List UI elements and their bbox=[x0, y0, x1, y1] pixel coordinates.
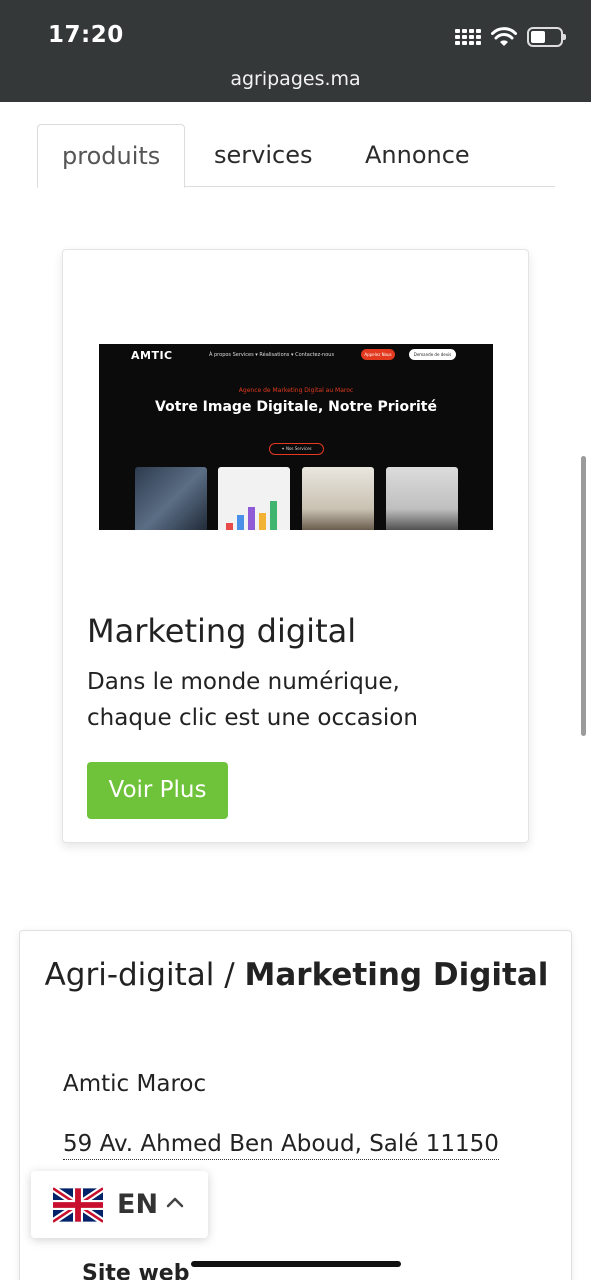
thumbnail-logo: AMTIC bbox=[131, 349, 173, 362]
thumbnail-photo-code bbox=[135, 467, 207, 530]
cellular-signal-icon bbox=[455, 29, 481, 45]
info-title: Agri-digital / Marketing Digital bbox=[20, 955, 573, 995]
info-title-prefix: Agri-digital / bbox=[44, 957, 245, 993]
company-name: Amtic Maroc bbox=[63, 1071, 207, 1097]
address-bar-url[interactable]: agripages.ma bbox=[0, 68, 591, 90]
thumbnail-cta: ✦ Nos Services bbox=[269, 443, 324, 455]
site-web-label: Site web bbox=[82, 1261, 190, 1280]
product-title: Marketing digital bbox=[87, 612, 357, 650]
thumbnail-photo-desk bbox=[302, 467, 374, 530]
status-icons bbox=[455, 26, 566, 48]
thumbnail-photo-chart bbox=[218, 467, 290, 530]
voir-plus-button[interactable]: Voir Plus bbox=[87, 762, 228, 819]
language-code: EN bbox=[117, 1189, 159, 1220]
uk-flag-icon bbox=[53, 1187, 103, 1223]
status-time: 17:20 bbox=[48, 22, 124, 48]
chevron-up-icon bbox=[166, 1197, 184, 1208]
tab-annonce[interactable]: Annonce bbox=[341, 124, 494, 187]
info-title-bold: Marketing Digital bbox=[244, 957, 549, 993]
thumbnail-nav: À propos Services ▾ Réalisations ▾ Conta… bbox=[209, 352, 335, 358]
battery-icon bbox=[527, 27, 566, 47]
thumbnail-photo-person bbox=[386, 467, 458, 530]
thumbnail-quote-button: Demande de devis bbox=[409, 349, 456, 360]
home-indicator[interactable] bbox=[191, 1261, 401, 1267]
product-card: AMTIC À propos Services ▾ Réalisations ▾… bbox=[62, 249, 529, 843]
tab-services[interactable]: services bbox=[190, 124, 336, 187]
category-tabs: produits services Annonce bbox=[37, 124, 555, 188]
company-address[interactable]: 59 Av. Ahmed Ben Aboud, Salé 11150 bbox=[63, 1131, 499, 1160]
thumbnail-call-button: Appelez Nous bbox=[361, 349, 395, 360]
language-selector[interactable]: EN bbox=[31, 1171, 208, 1238]
thumbnail-kicker: Agence de Marketing Digital au Maroc bbox=[238, 387, 354, 394]
scrollbar[interactable] bbox=[581, 456, 586, 736]
status-bar: 17:20 agripages.ma bbox=[0, 0, 591, 102]
product-description: Dans le monde numérique, chaque clic est… bbox=[87, 669, 418, 731]
wifi-icon bbox=[491, 27, 517, 46]
product-thumbnail[interactable]: AMTIC À propos Services ▾ Réalisations ▾… bbox=[99, 344, 493, 530]
tab-produits[interactable]: produits bbox=[37, 124, 186, 188]
thumbnail-headline: Votre Image Digitale, Notre Priorité bbox=[155, 399, 437, 415]
